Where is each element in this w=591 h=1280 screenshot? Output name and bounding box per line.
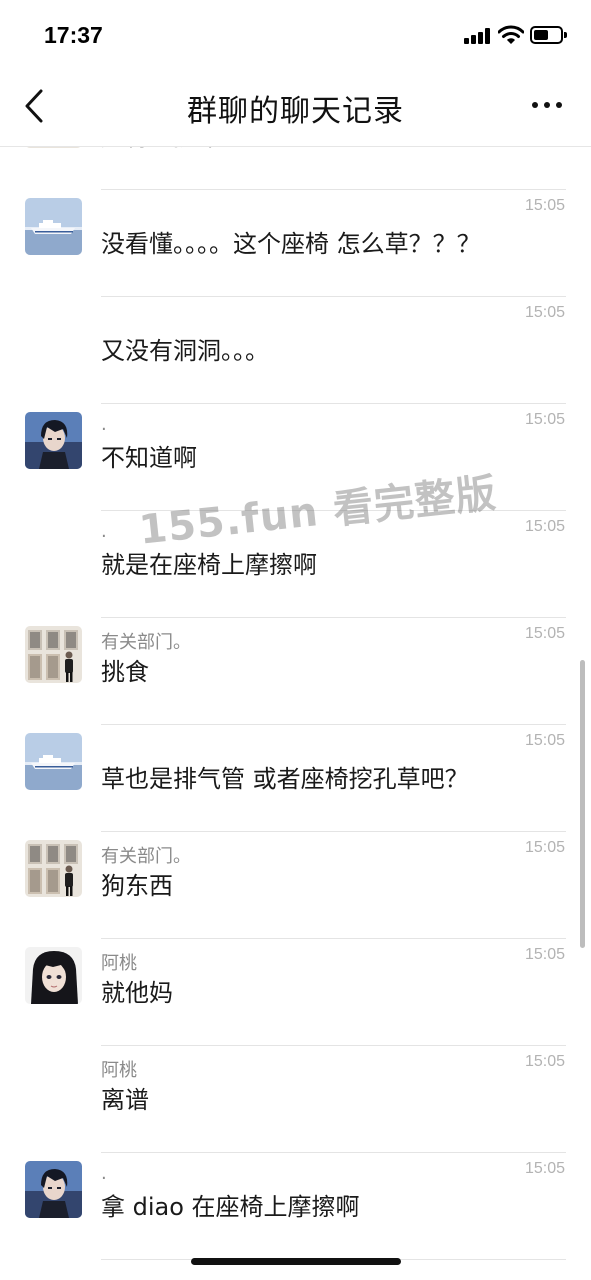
message-time: 15:05 bbox=[524, 518, 565, 535]
status-time: 17:37 bbox=[44, 22, 103, 48]
wifi-icon bbox=[498, 25, 524, 44]
sender-name: 阿桃 bbox=[101, 953, 137, 974]
message-row[interactable]: 阿桃 15:05 离谱 bbox=[0, 1046, 591, 1153]
avatar[interactable] bbox=[25, 733, 82, 790]
avatar[interactable] bbox=[25, 626, 82, 683]
scrollbar[interactable] bbox=[580, 660, 585, 948]
message-row[interactable]: 有关部门。 15:05 狗东西 bbox=[0, 832, 591, 939]
message-row[interactable]: 有关部门。 15:05 挑食 bbox=[0, 618, 591, 725]
cellular-signal-icon bbox=[464, 28, 490, 44]
message-text: 就他妈 bbox=[101, 979, 173, 1007]
message-row[interactable]: 15:05 草也是排气管 或者座椅挖孔草吧？ bbox=[0, 725, 591, 832]
battery-icon bbox=[530, 26, 567, 44]
message-text: 不知道啊 bbox=[101, 444, 197, 472]
message-track: 还特么挑车 15:05 没看懂。。。。这个座椅 怎么草？？？ 15:05 又没有洞洞。。… bbox=[0, 147, 591, 1260]
avatar[interactable] bbox=[25, 947, 82, 1004]
message-text: 就是在座椅上摩擦啊 bbox=[101, 551, 317, 579]
avatar[interactable] bbox=[25, 198, 82, 255]
avatar[interactable] bbox=[25, 840, 82, 897]
message-time: 15:05 bbox=[524, 839, 565, 856]
message-time: 15:05 bbox=[524, 732, 565, 749]
status-bar: 17:37 bbox=[0, 0, 591, 70]
message-text: 草也是排气管 或者座椅挖孔草吧？ bbox=[101, 765, 469, 793]
sender-name: . bbox=[101, 1163, 107, 1184]
message-row[interactable]: 15:05 又没有洞洞。。。 bbox=[0, 297, 591, 404]
nav-bar: 群聊的聊天记录 bbox=[0, 70, 591, 146]
page-title: 群聊的聊天记录 bbox=[187, 94, 404, 129]
message-row[interactable]: 还特么挑车 bbox=[0, 147, 591, 190]
message-time: 15:05 bbox=[524, 1160, 565, 1177]
home-indicator[interactable] bbox=[191, 1258, 401, 1265]
message-time: 15:05 bbox=[524, 625, 565, 642]
message-text: 拿 diao 在座椅上摩擦啊 bbox=[101, 1193, 360, 1221]
avatar[interactable] bbox=[25, 412, 82, 469]
message-list[interactable]: 还特么挑车 15:05 没看懂。。。。这个座椅 怎么草？？？ 15:05 又没有洞洞。。… bbox=[0, 147, 591, 1280]
message-row[interactable]: 阿桃 15:05 就他妈 bbox=[0, 939, 591, 1046]
message-text: 挑食 bbox=[101, 658, 149, 686]
sender-name: 有关部门。 bbox=[101, 846, 191, 867]
chat-history-screen: 17:37 群聊的聊天记录 还特么挑车15:05没看懂。。。 bbox=[0, 0, 591, 1280]
message-text: 离谱 bbox=[101, 1086, 149, 1114]
message-time: 15:05 bbox=[524, 304, 565, 321]
sender-name: 阿桃 bbox=[101, 1060, 137, 1081]
message-row[interactable]: 15:05 没看懂。。。。这个座椅 怎么草？？？ bbox=[0, 190, 591, 297]
message-text: 还特么挑车 bbox=[101, 147, 221, 152]
avatar[interactable] bbox=[25, 147, 82, 148]
message-time: 15:05 bbox=[524, 411, 565, 428]
more-horizontal-icon[interactable] bbox=[530, 94, 564, 114]
message-row[interactable]: . 15:05 拿 diao 在座椅上摩擦啊 bbox=[0, 1153, 591, 1260]
sender-name: 有关部门。 bbox=[101, 632, 191, 653]
avatar[interactable] bbox=[25, 1161, 82, 1218]
message-time: 15:05 bbox=[524, 197, 565, 214]
message-text: 狗东西 bbox=[101, 872, 173, 900]
message-time: 15:05 bbox=[524, 946, 565, 963]
sender-name: . bbox=[101, 521, 107, 542]
message-text: 没看懂。。。。这个座椅 怎么草？？？ bbox=[101, 230, 481, 258]
message-text: 又没有洞洞。。。 bbox=[101, 337, 269, 365]
message-time: 15:05 bbox=[524, 1053, 565, 1070]
sender-name: . bbox=[101, 414, 107, 435]
